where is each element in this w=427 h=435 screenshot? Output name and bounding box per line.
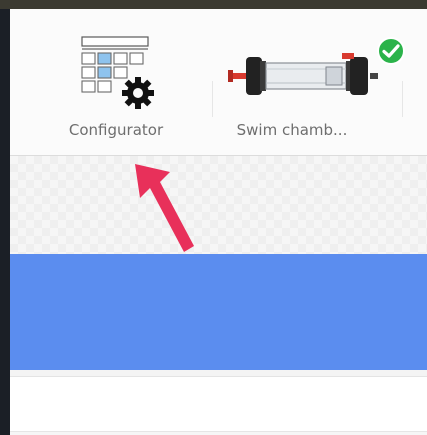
swim-chamber-button[interactable]: Swim chamb...	[210, 9, 405, 155]
list-row[interactable]	[10, 431, 427, 435]
content-area	[10, 156, 427, 435]
toolbar-divider	[402, 81, 403, 117]
check-circle-icon	[377, 37, 405, 65]
selected-list-row[interactable]	[10, 254, 427, 370]
screen: Configurator Swim chamb...	[0, 0, 427, 435]
list-row[interactable]	[10, 376, 427, 432]
title-bar-strip	[0, 0, 427, 9]
swim-chamber-icon	[228, 53, 378, 95]
swim-chamber-label: Swim chamb...	[236, 121, 348, 139]
configurator-button[interactable]: Configurator	[44, 9, 188, 155]
device-toolbar: Configurator Swim chamb...	[10, 9, 427, 155]
app-window: Configurator Swim chamb...	[10, 9, 427, 435]
configurator-grid-gear-icon	[81, 36, 154, 109]
configurator-label: Configurator	[68, 121, 164, 139]
